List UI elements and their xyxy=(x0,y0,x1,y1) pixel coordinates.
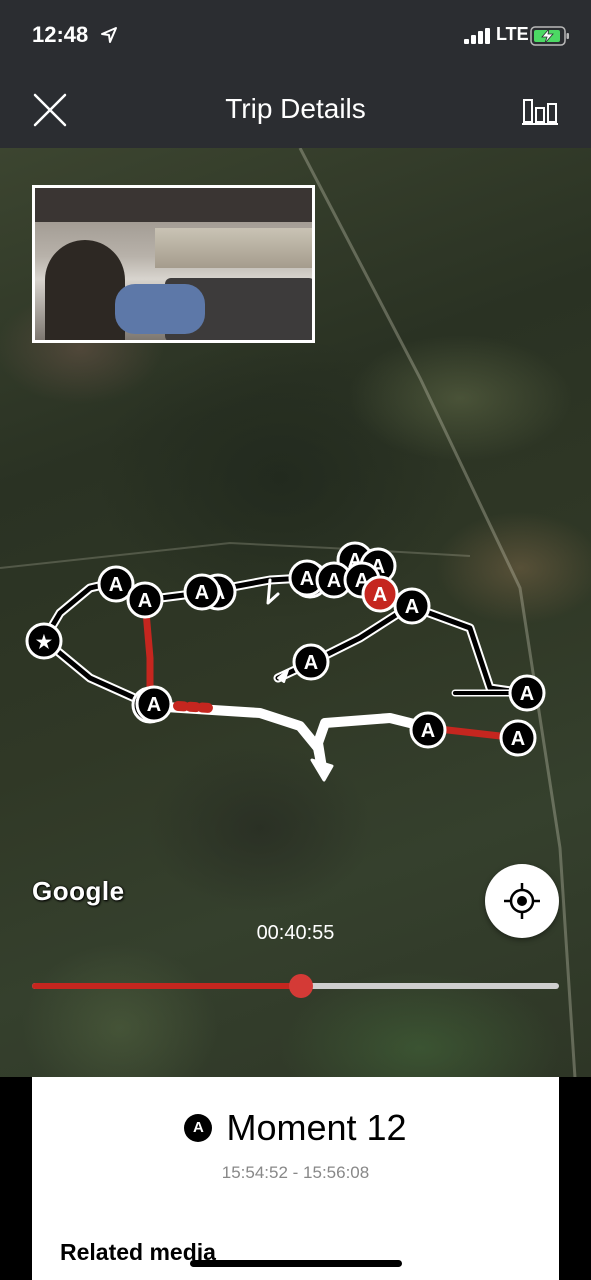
crosshair-icon xyxy=(504,883,540,919)
battery-charging-icon xyxy=(530,26,569,46)
slider-thumb[interactable] xyxy=(288,974,313,998)
svg-text:A: A xyxy=(520,683,534,705)
svg-text:A: A xyxy=(109,574,123,596)
svg-text:A: A xyxy=(511,728,525,750)
moment-marker-active[interactable]: A xyxy=(361,575,399,613)
svg-text:A: A xyxy=(373,584,387,606)
moment-marker[interactable]: A xyxy=(499,719,537,757)
svg-text:A: A xyxy=(304,652,318,674)
moment-marker[interactable]: A xyxy=(292,643,330,681)
top-nav-bar: Trip Details xyxy=(0,72,591,148)
status-bar: 12:48 LTE xyxy=(0,0,591,72)
moment-marker[interactable]: A xyxy=(409,711,447,749)
svg-text:A: A xyxy=(421,720,435,742)
bar-chart-icon[interactable] xyxy=(520,94,560,126)
trip-map[interactable]: A A A A A A A A A A A A A A A A A A ★ Go… xyxy=(0,148,591,1078)
svg-text:★: ★ xyxy=(36,632,53,652)
slider-progress xyxy=(32,983,301,989)
moment-title: Moment 12 xyxy=(226,1107,407,1148)
moment-header: A Moment 12 xyxy=(32,1107,559,1149)
svg-text:A: A xyxy=(147,694,161,716)
moment-marker[interactable]: A xyxy=(393,587,431,625)
moment-marker[interactable]: A xyxy=(183,573,221,611)
signal-icon xyxy=(464,28,490,44)
network-type: LTE xyxy=(496,24,529,44)
moment-marker[interactable]: A xyxy=(508,674,546,712)
google-logo: Google xyxy=(32,876,125,906)
page-title: Trip Details xyxy=(225,93,366,124)
moment-time-range: 15:54:52 - 15:56:08 xyxy=(221,1163,370,1182)
moment-badge: A xyxy=(184,1114,213,1142)
location-arrow-icon xyxy=(101,27,117,43)
moment-marker[interactable]: A xyxy=(135,685,173,723)
playback-slider[interactable] xyxy=(32,974,559,998)
svg-text:A: A xyxy=(327,570,341,592)
svg-text:A: A xyxy=(300,568,314,590)
home-indicator xyxy=(190,1260,402,1267)
svg-text:A: A xyxy=(405,596,419,618)
playback-timestamp: 00:40:55 xyxy=(256,922,335,944)
svg-text:A: A xyxy=(138,590,152,612)
moment-marker[interactable]: A xyxy=(126,581,164,619)
moment-detail-sheet[interactable]: A Moment 12 15:54:52 - 15:56:08 Related m… xyxy=(32,1077,559,1280)
video-thumbnail[interactable] xyxy=(32,185,315,343)
start-marker[interactable]: ★ xyxy=(25,622,63,660)
svg-text:A: A xyxy=(195,582,209,604)
status-time: 12:48 xyxy=(32,22,89,47)
